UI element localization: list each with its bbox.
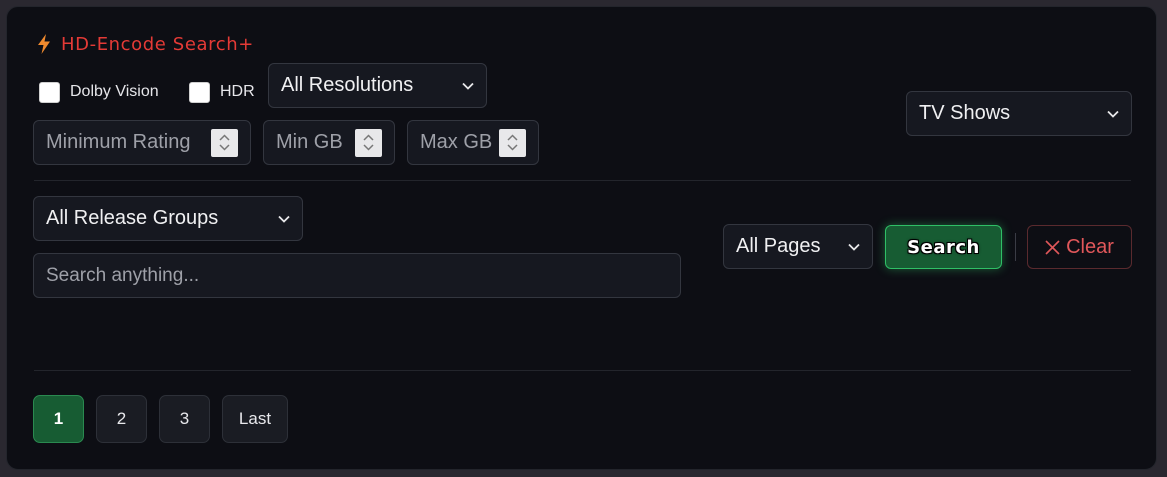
max-gb-input[interactable]: Max GB	[407, 120, 539, 165]
divider	[34, 180, 1131, 181]
category-select-value: TV Shows	[919, 102, 1011, 124]
page-button-1[interactable]: 1	[33, 395, 84, 443]
page-button-3[interactable]: 3	[159, 395, 210, 443]
close-icon	[1045, 239, 1060, 255]
search-panel: HD-Encode Search+ Dolby Vision HDR All R…	[6, 6, 1157, 470]
chevron-down-icon	[1107, 110, 1119, 118]
last-page-label: Last	[238, 409, 272, 428]
rating-stepper[interactable]	[211, 128, 238, 157]
dolby-vision-checkbox[interactable]: Dolby Vision	[39, 75, 159, 109]
button-separator	[1015, 233, 1016, 261]
chevron-up-icon[interactable]	[219, 134, 230, 141]
min-gb-placeholder: Min GB	[276, 131, 343, 153]
category-select[interactable]: TV Shows	[906, 91, 1132, 136]
hdr-label: HDR	[220, 83, 255, 100]
resolution-select-value: All Resolutions	[281, 74, 414, 96]
page-button-label: 2	[116, 409, 127, 428]
dolby-vision-checkbox-box[interactable]	[39, 81, 60, 103]
chevron-down-icon	[462, 82, 474, 90]
max-gb-placeholder: Max GB	[420, 131, 493, 153]
min-gb-stepper[interactable]	[355, 128, 382, 157]
min-gb-input[interactable]: Min GB	[263, 120, 395, 165]
max-gb-stepper[interactable]	[499, 128, 526, 157]
search-placeholder: Search anything...	[46, 264, 200, 286]
resolution-select[interactable]: All Resolutions	[268, 63, 487, 108]
pages-select-value: All Pages	[736, 235, 821, 257]
release-group-select[interactable]: All Release Groups	[33, 196, 303, 241]
clear-button[interactable]: Clear	[1027, 225, 1132, 269]
panel-header: HD-Encode Search+	[37, 30, 254, 58]
chevron-down-icon[interactable]	[363, 144, 374, 151]
search-button-label: Search	[907, 236, 980, 258]
hdr-checkbox-box[interactable]	[189, 81, 210, 103]
chevron-down-icon	[848, 243, 860, 251]
pages-select[interactable]: All Pages	[723, 224, 873, 269]
minimum-rating-input[interactable]: Minimum Rating	[33, 120, 251, 165]
clear-button-label: Clear	[1066, 235, 1114, 258]
chevron-up-icon[interactable]	[363, 134, 374, 141]
search-input[interactable]: Search anything...	[33, 253, 681, 298]
minimum-rating-placeholder: Minimum Rating	[46, 131, 191, 153]
hdr-checkbox[interactable]: HDR	[189, 75, 255, 109]
chevron-down-icon[interactable]	[507, 144, 518, 151]
chevron-down-icon[interactable]	[219, 144, 230, 151]
dolby-vision-label: Dolby Vision	[70, 83, 159, 100]
chevron-down-icon	[278, 215, 290, 223]
search-button[interactable]: Search	[885, 225, 1002, 269]
page-button-label: 3	[179, 409, 190, 428]
divider	[34, 370, 1131, 371]
lightning-bolt-icon	[38, 34, 50, 54]
app-title: HD-Encode Search+	[61, 33, 254, 55]
chevron-up-icon[interactable]	[507, 134, 518, 141]
page-button-label: 1	[53, 409, 64, 428]
page-button-2[interactable]: 2	[96, 395, 147, 443]
release-group-select-value: All Release Groups	[46, 207, 219, 229]
last-page-button[interactable]: Last	[222, 395, 288, 443]
